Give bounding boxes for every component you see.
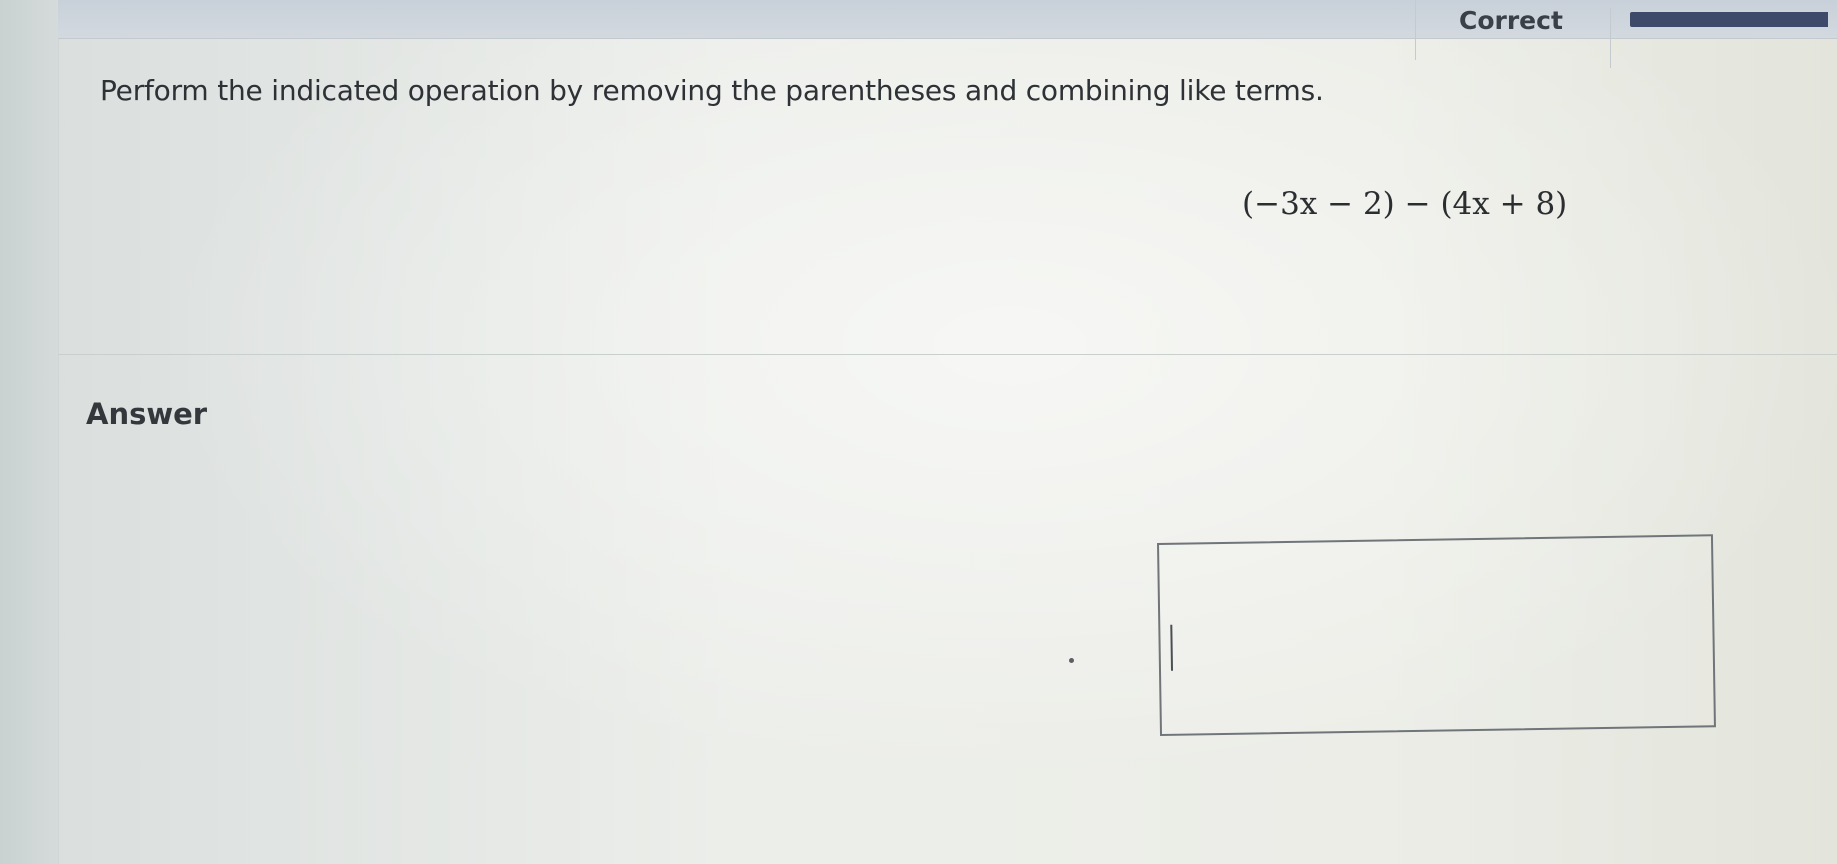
- answer-input-field[interactable]: [1157, 534, 1716, 736]
- screen-speck: [1069, 658, 1074, 663]
- question-instruction: Perform the indicated operation by remov…: [100, 74, 1324, 107]
- status-correct-label: Correct: [1459, 6, 1563, 35]
- text-caret-icon: [1170, 624, 1174, 671]
- progress-bar-fill: [1630, 12, 1828, 27]
- top-bar: [58, 0, 1837, 39]
- question-panel: Perform the indicated operation by remov…: [58, 38, 1837, 355]
- left-sidebar-strip: [0, 0, 59, 864]
- math-expression: (−3x − 2) − (4x + 8): [1242, 186, 1568, 222]
- answer-label: Answer: [86, 397, 208, 431]
